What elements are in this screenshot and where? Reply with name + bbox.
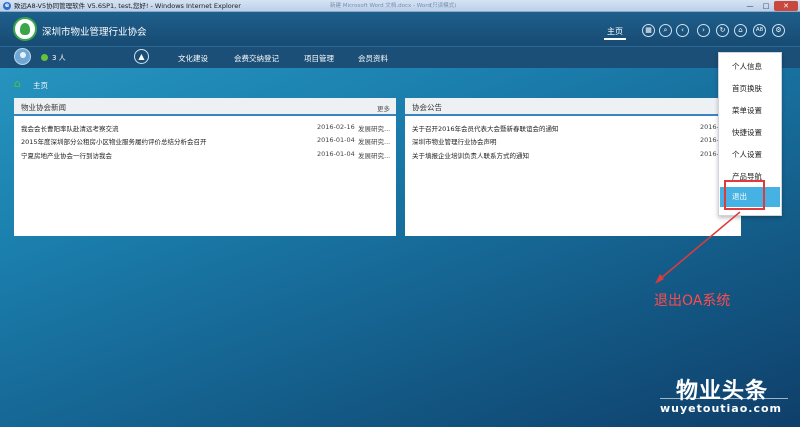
- annotation-arrow-line: [659, 211, 741, 280]
- annotation-arrow-head: [655, 274, 664, 284]
- annotation-label: 退出OA系统: [654, 293, 731, 309]
- annotation-arrow: [655, 211, 741, 284]
- watermark-url: wuyetoutiao.com: [660, 402, 782, 415]
- watermark-divider: [660, 398, 788, 399]
- watermark-title: 物业头条: [676, 379, 769, 404]
